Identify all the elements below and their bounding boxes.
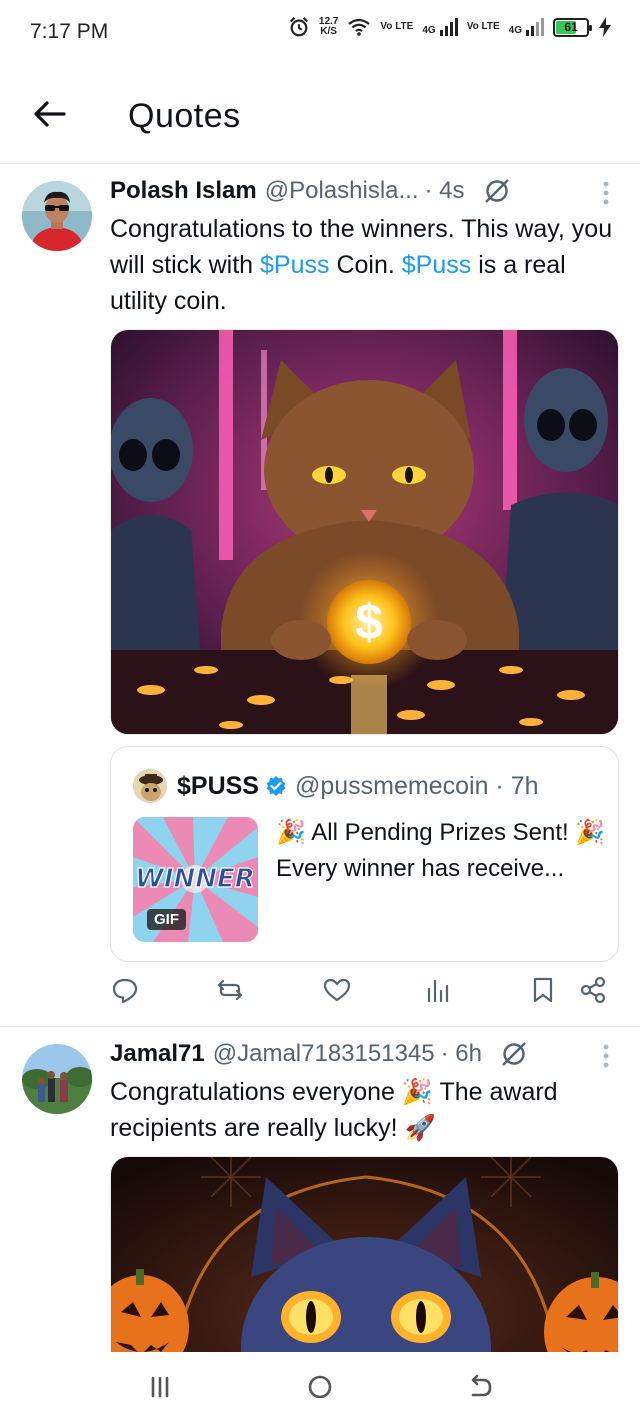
more-options-icon[interactable]	[602, 1042, 610, 1070]
grok-icon[interactable]	[483, 177, 511, 205]
net-speed-unit: K/S	[320, 26, 337, 37]
wifi-icon	[348, 18, 371, 36]
post-header: Polash Islam @Polashisla... · 4s	[110, 177, 610, 205]
back-nav-icon[interactable]	[465, 1372, 495, 1402]
like-icon[interactable]	[322, 975, 352, 1005]
alarm-icon	[289, 17, 308, 37]
battery-icon: 61	[553, 17, 592, 37]
quoted-post-header: $PUSS @pussmemecoin · 7h	[133, 769, 539, 803]
home-icon[interactable]	[305, 1372, 335, 1402]
post-text: Congratulations everyone 🎉 The award rec…	[110, 1078, 558, 1142]
sim1-volte: Vo LTE	[380, 21, 414, 32]
sim2-volte: Vo LTE	[466, 21, 500, 32]
back-button[interactable]	[30, 94, 70, 134]
sim1-signal-icon: 4G	[422, 18, 458, 36]
sim2-gen: 4G	[508, 25, 522, 36]
winner-text: WINNER	[135, 864, 255, 894]
cashtag-link[interactable]: $Puss	[402, 251, 471, 279]
avatar[interactable]	[22, 1044, 92, 1114]
quoted-gif-thumbnail[interactable]: WINNER GIF	[133, 817, 258, 942]
post-text: Congratulations to the winners. This way…	[110, 215, 613, 315]
author-name[interactable]: Jamal71	[110, 1040, 205, 1068]
status-bar: 7:17 PM 12.7 K/S Vo LTE 4G Vo LTE 4G 61	[0, 0, 640, 64]
page-title: Quotes	[128, 97, 241, 135]
post-time: · 6h	[440, 1040, 482, 1067]
status-time: 7:17 PM	[30, 20, 109, 43]
status-icons: 12.7 K/S Vo LTE 4G Vo LTE 4G 61	[288, 16, 612, 38]
sim1-gen: 4G	[422, 25, 436, 36]
verified-badge-icon	[266, 776, 286, 796]
arrow-left-icon	[34, 101, 66, 127]
system-nav-bar	[0, 1352, 640, 1422]
more-options-icon[interactable]	[602, 179, 610, 207]
bookmark-icon[interactable]	[528, 975, 558, 1005]
battery-level: 61	[564, 20, 578, 34]
share-icon[interactable]	[578, 975, 608, 1005]
gif-badge: GIF	[147, 909, 186, 930]
quoted-post-text: 🎉 All Pending Prizes Sent! 🎉 Every winne…	[276, 819, 606, 882]
quoted-author-name: $PUSS	[177, 771, 259, 800]
post-time: · 4s	[424, 177, 465, 204]
repost-icon[interactable]	[215, 975, 245, 1005]
author-handle[interactable]: @Jamal7183151345	[213, 1040, 435, 1068]
charging-icon	[599, 17, 611, 37]
sim2-signal-icon: 4G	[509, 18, 544, 36]
grok-icon[interactable]	[500, 1040, 528, 1068]
views-icon[interactable]	[423, 975, 453, 1005]
post-header: Jamal71 @Jamal7183151345 · 6h	[110, 1040, 610, 1068]
post-image[interactable]	[110, 1156, 619, 1358]
author-name[interactable]: Polash Islam	[110, 177, 257, 205]
cat-casino-image: $	[111, 330, 618, 734]
cashtag-link[interactable]: $Puss	[260, 251, 329, 279]
svg-text:$: $	[355, 594, 383, 650]
post-image[interactable]: $	[110, 329, 619, 735]
recent-apps-icon[interactable]	[145, 1372, 175, 1402]
post-actions	[110, 975, 610, 1015]
quote-post[interactable]: Polash Islam @Polashisla... · 4s Congrat…	[0, 165, 640, 1027]
author-handle[interactable]: @Polashisla...	[265, 177, 419, 205]
quoted-avatar	[133, 769, 167, 803]
quoted-post[interactable]: $PUSS @pussmemecoin · 7h WINNER GIF 🎉 Al…	[110, 746, 619, 962]
avatar[interactable]	[22, 181, 92, 251]
net-speed: 12.7 K/S	[319, 17, 338, 37]
quoted-author-handle: @pussmemecoin · 7h	[294, 771, 539, 800]
halloween-cat-image	[111, 1157, 618, 1358]
reply-icon[interactable]	[110, 975, 140, 1005]
quote-post[interactable]: Jamal71 @Jamal7183151345 · 6h Congratula…	[0, 1028, 640, 1358]
top-app-bar: Quotes	[0, 64, 640, 164]
